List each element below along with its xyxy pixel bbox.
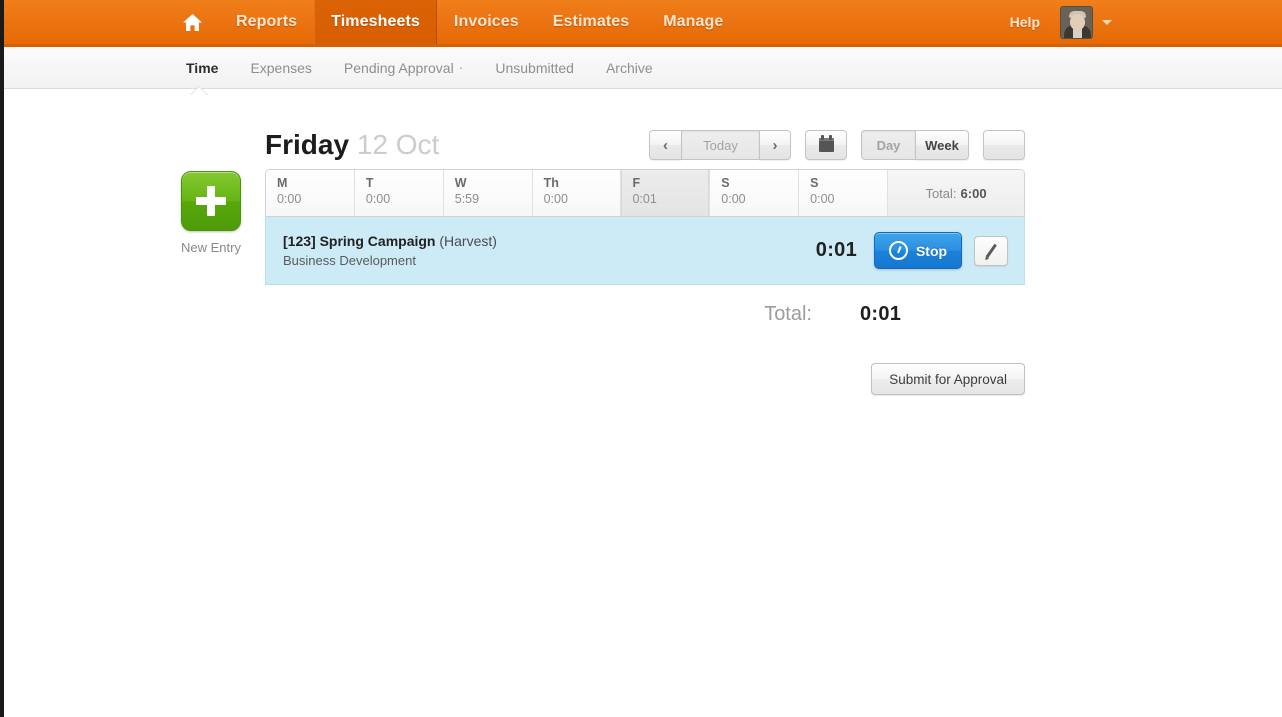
home-button[interactable] [164,0,219,44]
time-entry-task: Business Development [283,253,416,268]
secondary-navbar: Time Expenses Pending Approval · Unsubmit… [4,47,1282,96]
day-column-wednesday[interactable]: W 5:59 [444,170,533,216]
home-icon [183,13,202,31]
week-total-label: Total: [925,185,957,201]
tab-unsubmitted[interactable]: Unsubmitted [479,60,590,76]
main-content: Friday 12 Oct ‹ Today › Day Week New Ent… [4,89,1282,395]
day-hours: 0:00 [365,192,391,206]
plus-icon-vertical [207,186,215,216]
pencil-icon [985,243,997,258]
day-abbr: M [277,176,288,190]
nav-item-label: Invoices [453,13,519,30]
chevron-down-icon[interactable] [1102,19,1112,25]
team-switch-button[interactable] [983,130,1025,160]
time-entry-project-name: [123] Spring Campaign [283,233,436,249]
pending-approval-marker: · [458,58,464,75]
day-column-sunday[interactable]: S 0:00 [799,170,889,216]
primary-navbar: Reports Timesheets Invoices Estimates Ma… [4,0,1282,47]
day-column-thursday[interactable]: Th 0:00 [533,170,622,216]
day-hours: 0:00 [543,192,568,206]
timer-icon [888,241,908,260]
day-hours: 0:00 [277,192,302,206]
page-title: Friday 12 Oct [265,129,439,161]
day-view-button[interactable]: Day [861,130,915,160]
day-total-label: Total: [764,302,812,325]
day-column-tuesday[interactable]: T 0:00 [355,170,444,216]
tab-time[interactable]: Time [170,60,234,76]
day-column-saturday[interactable]: S 0:00 [710,170,800,216]
tab-label: Pending Approval [343,59,454,76]
people-icon [996,138,1013,152]
day-hours: 0:01 [632,192,657,206]
page-title-day: Friday [265,129,350,160]
date-nav-group: ‹ Today › [649,130,791,160]
week-total: Total: 6:00 [888,170,1024,216]
tab-label: Unsubmitted [495,59,574,76]
calendar-picker-button[interactable] [805,130,847,160]
week-view-button[interactable]: Week [915,130,969,160]
nav-item-timesheets[interactable]: Timesheets [314,0,437,44]
page-header: Friday 12 Oct ‹ Today › Day Week [265,121,1025,169]
submit-for-approval-button[interactable]: Submit for Approval [871,363,1025,395]
day-column-monday[interactable]: M 0:00 [266,170,355,216]
week-total-value: 6:00 [960,185,987,201]
time-entry-details: [123] Spring Campaign (Harvest) Business… [283,231,816,270]
day-total-row: Total: 0:01 [265,285,1025,343]
day-total-value: 0:01 [860,302,902,325]
tab-label: Time [186,59,219,76]
stop-timer-button[interactable]: Stop [874,232,962,269]
nav-item-label: Timesheets [331,13,420,30]
day-abbr: S [810,176,819,190]
nav-item-manage[interactable]: Manage [646,0,740,44]
calendar-icon [818,135,834,152]
avatar-face [1069,13,1085,30]
nav-item-label: Reports [236,13,298,30]
help-link[interactable]: Help [1010,14,1040,30]
day-abbr: S [721,176,730,190]
time-entry-client: (Harvest) [439,233,497,249]
new-entry-block: New Entry [176,171,246,255]
day-column-friday[interactable]: F 0:01 [621,170,711,216]
tab-pending-approval[interactable]: Pending Approval · [328,58,479,76]
day-hours: 5:59 [454,192,480,206]
today-button[interactable]: Today [681,130,759,160]
app-root: Reports Timesheets Invoices Estimates Ma… [0,0,1282,717]
tab-label: Expenses [250,59,312,76]
nav-item-estimates[interactable]: Estimates [536,0,647,44]
time-entry-project: [123] Spring Campaign (Harvest) [283,231,816,251]
day-hours: 0:00 [721,192,746,206]
header-controls: ‹ Today › Day Week [649,130,1025,160]
navbar-right-cluster: Help [1010,0,1282,44]
avatar[interactable] [1060,5,1093,39]
day-abbr: F [632,176,641,190]
day-hours: 0:00 [810,192,835,206]
previous-day-button[interactable]: ‹ [649,130,681,160]
time-entry-hours: 0:01 [815,239,857,261]
nav-item-reports[interactable]: Reports [219,0,314,44]
view-mode-group: Day Week [861,130,969,160]
tab-archive[interactable]: Archive [590,60,669,76]
next-day-button[interactable]: › [759,130,791,160]
page-title-date: 12 Oct [356,129,440,160]
time-entry-row[interactable]: [123] Spring Campaign (Harvest) Business… [265,217,1025,285]
nav-item-label: Manage [663,13,724,30]
day-abbr: W [454,176,467,190]
week-day-strip: M 0:00 T 0:00 W 5:59 Th 0:00 F 0:01 S 0:… [265,169,1025,217]
nav-item-label: Estimates [552,13,630,30]
day-abbr: T [365,176,374,190]
day-abbr: Th [543,176,559,190]
primary-nav-items: Reports Timesheets Invoices Estimates Ma… [164,0,740,44]
new-entry-button[interactable] [181,171,241,231]
timesheet: New Entry M 0:00 T 0:00 W 5:59 Th 0:00 F… [181,169,1025,285]
nav-item-invoices[interactable]: Invoices [437,0,536,44]
submit-row: Submit for Approval [265,363,1025,395]
edit-entry-button[interactable] [974,235,1008,266]
stop-button-label: Stop [915,242,948,259]
new-entry-label: New Entry [181,240,241,255]
tab-expenses[interactable]: Expenses [234,60,327,76]
tab-label: Archive [605,59,653,76]
